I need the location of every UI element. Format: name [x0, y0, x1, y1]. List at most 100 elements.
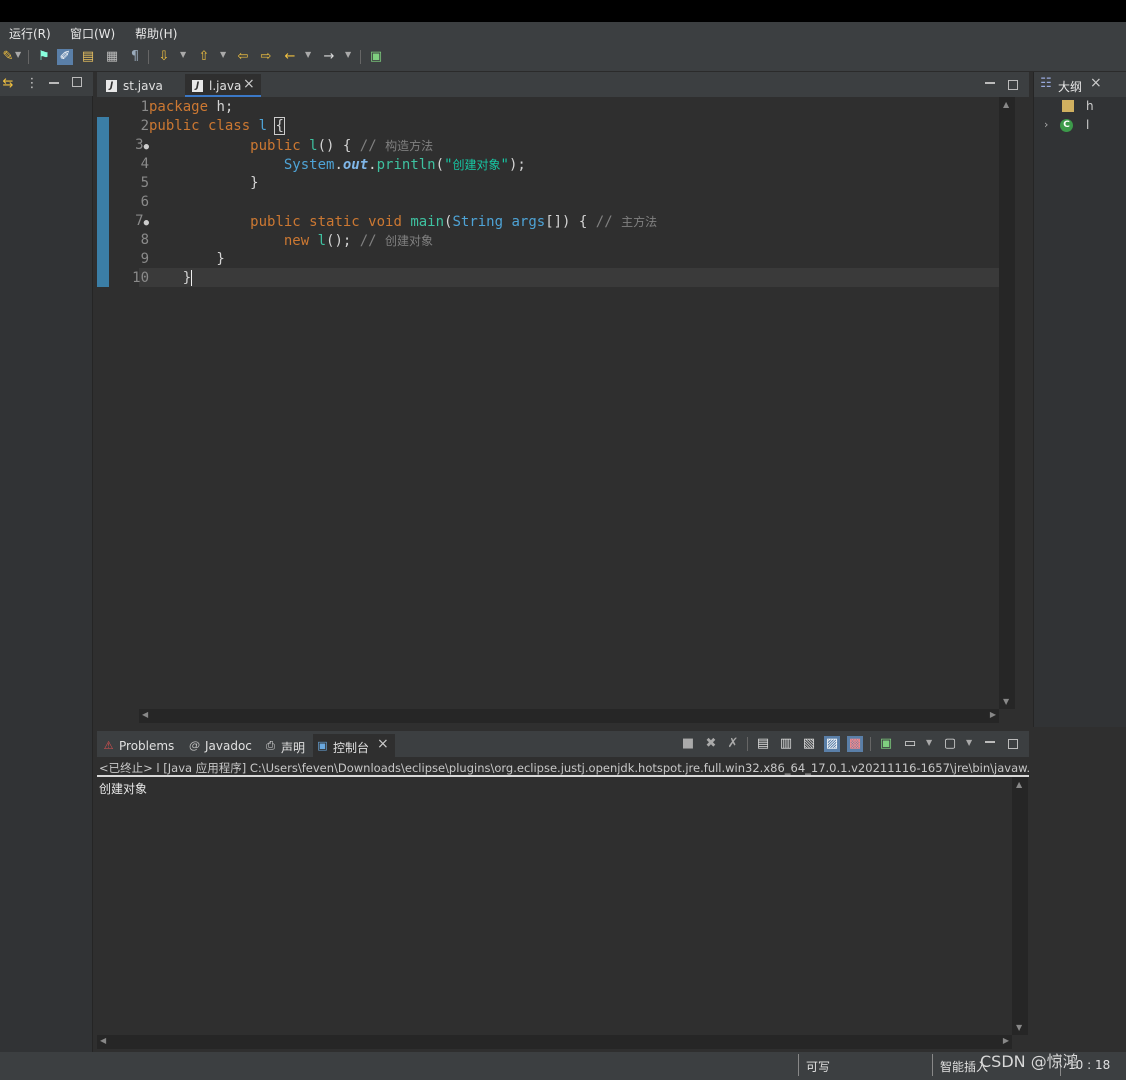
toolbar-separator: [870, 737, 871, 751]
tab-l-java[interactable]: J l.java ×: [185, 74, 261, 97]
tab-st-java[interactable]: J st.java: [99, 74, 183, 97]
change-marker: [97, 117, 109, 287]
console-area: ⚠ Problems @ Javadoc ⎙ 声明 ▣ 控制台 × ■ ✖ ✗ …: [97, 731, 1029, 1052]
remove-all-icon[interactable]: ✗: [725, 736, 741, 752]
maximize-icon[interactable]: [1008, 739, 1018, 749]
console-output[interactable]: 创建对象: [99, 780, 147, 797]
at-icon: @: [189, 739, 200, 752]
link-editor-icon[interactable]: ⇆: [0, 76, 16, 92]
console-tab-bar: ⚠ Problems @ Javadoc ⎙ 声明 ▣ 控制台 × ■ ✖ ✗ …: [97, 731, 1029, 757]
chevron-down-icon[interactable]: ▼: [15, 50, 21, 59]
code-line: public l() { // 构造方法: [250, 138, 434, 154]
editor-vertical-scrollbar[interactable]: ▲ ▼: [999, 97, 1015, 709]
outline-item-class[interactable]: l: [1086, 118, 1089, 132]
clear-console-icon[interactable]: ▤: [755, 736, 771, 752]
problems-icon: ⚠: [103, 739, 114, 752]
console-horizontal-scrollbar[interactable]: ◀ ▶: [97, 1035, 1012, 1049]
tab-declaration[interactable]: ⎙ 声明: [261, 734, 311, 757]
declaration-icon: ⎙: [266, 739, 275, 752]
chevron-right-icon[interactable]: ›: [1044, 118, 1048, 131]
editor-horizontal-scrollbar[interactable]: ◀ ▶: [139, 709, 999, 723]
tab-label: 控制台: [333, 741, 370, 755]
code-line: public static void main(String args[]) {…: [250, 214, 658, 230]
tab-label: 声明: [281, 741, 306, 755]
maximize-icon[interactable]: [72, 77, 82, 87]
console-vertical-scrollbar[interactable]: ▲ ▼: [1012, 777, 1028, 1035]
outline-header: ☷ 大纲 ×: [1034, 72, 1126, 97]
whitespace-icon[interactable]: ¶: [127, 49, 143, 65]
pin-console-icon[interactable]: ▣: [878, 736, 894, 752]
highlight-icon[interactable]: ✐: [57, 49, 73, 65]
remove-launch-icon[interactable]: ✖: [703, 736, 719, 752]
tab-javadoc[interactable]: @ Javadoc: [185, 734, 259, 757]
minimize-icon[interactable]: [985, 82, 995, 84]
editor-tab-bar: J st.java J l.java ×: [97, 72, 1029, 97]
scroll-up-icon[interactable]: ▲: [1003, 100, 1009, 109]
package-icon: [1062, 100, 1074, 112]
chevron-down-icon[interactable]: ▼: [220, 50, 226, 59]
next-edit-icon[interactable]: ⇨: [258, 49, 274, 65]
new-window-icon[interactable]: ▣: [368, 49, 384, 65]
annotation-icon[interactable]: ▤: [80, 49, 96, 65]
show-on-error-icon[interactable]: ▩: [847, 736, 863, 752]
code-line: }: [149, 175, 259, 191]
outline-item-package[interactable]: h: [1086, 99, 1094, 113]
scroll-right-icon[interactable]: ▶: [990, 710, 996, 719]
tab-problems[interactable]: ⚠ Problems: [99, 734, 183, 757]
chevron-down-icon[interactable]: ▼: [180, 50, 186, 59]
line-number: 4: [140, 156, 149, 172]
outline-icon: ☷: [1040, 76, 1052, 91]
view-menu-icon[interactable]: ⋮: [24, 76, 40, 92]
scroll-left-icon[interactable]: ◀: [100, 1036, 106, 1045]
code-line: }: [149, 251, 225, 267]
close-icon[interactable]: ×: [243, 76, 255, 92]
display-console-icon[interactable]: ▭: [902, 736, 918, 752]
watermark: CSDN @惊鸿: [980, 1052, 1079, 1071]
code-editor[interactable]: 1 2 3● 4 5 6 7● 8 9 10 package h; public…: [132, 97, 999, 709]
open-console-icon[interactable]: ▢: [942, 736, 958, 752]
outline-title[interactable]: 大纲: [1058, 78, 1082, 95]
java-file-icon: J: [106, 80, 117, 92]
minimize-icon[interactable]: [49, 82, 59, 84]
word-wrap-icon[interactable]: ▧: [801, 736, 817, 752]
terminate-icon[interactable]: ■: [680, 736, 696, 752]
tab-label: l.java: [209, 79, 242, 93]
toolbar-separator: [148, 50, 149, 64]
minimize-icon[interactable]: [985, 741, 995, 743]
scroll-lock-icon[interactable]: ▥: [778, 736, 794, 752]
scroll-left-icon[interactable]: ◀: [142, 710, 148, 719]
wand-icon[interactable]: ✎: [0, 49, 16, 65]
last-edit-icon[interactable]: ⇦: [235, 49, 251, 65]
forward-icon[interactable]: →: [321, 49, 337, 65]
open-type-icon[interactable]: ⚑: [36, 49, 52, 65]
block-select-icon[interactable]: ▦: [104, 49, 120, 65]
menu-window[interactable]: 窗口(W): [70, 25, 115, 42]
next-annotation-icon[interactable]: ⇩: [156, 49, 172, 65]
tab-label: st.java: [123, 79, 163, 93]
tab-label: Javadoc: [205, 739, 252, 753]
status-bar: 可写 智能插入 10 : 18: [0, 1052, 1126, 1080]
menu-run[interactable]: 运行(R): [9, 25, 51, 42]
prev-annotation-icon[interactable]: ⇧: [196, 49, 212, 65]
chevron-down-icon[interactable]: ▼: [966, 738, 972, 747]
chevron-down-icon[interactable]: ▼: [305, 50, 311, 59]
outline-panel: ☷ 大纲 × h › C l: [1033, 72, 1126, 727]
menu-help[interactable]: 帮助(H): [135, 25, 177, 42]
scroll-up-icon[interactable]: ▲: [1016, 780, 1022, 789]
status-writable: 可写: [806, 1060, 831, 1074]
maximize-icon[interactable]: [1008, 80, 1018, 90]
tab-console[interactable]: ▣ 控制台 ×: [313, 734, 395, 757]
show-on-output-icon[interactable]: ▨: [824, 736, 840, 752]
back-icon[interactable]: ←: [282, 49, 298, 65]
scroll-down-icon[interactable]: ▼: [1003, 697, 1009, 706]
status-separator: [932, 1054, 933, 1076]
close-icon[interactable]: ×: [1090, 75, 1102, 91]
scroll-down-icon[interactable]: ▼: [1016, 1023, 1022, 1032]
scroll-right-icon[interactable]: ▶: [1003, 1036, 1009, 1045]
editor-area: J st.java J l.java × 1 2 3● 4 5 6 7● 8 9…: [97, 72, 1029, 727]
code-line: package h;: [149, 99, 234, 115]
chevron-down-icon[interactable]: ▼: [926, 738, 932, 747]
close-icon[interactable]: ×: [377, 736, 389, 752]
chevron-down-icon[interactable]: ▼: [345, 50, 351, 59]
